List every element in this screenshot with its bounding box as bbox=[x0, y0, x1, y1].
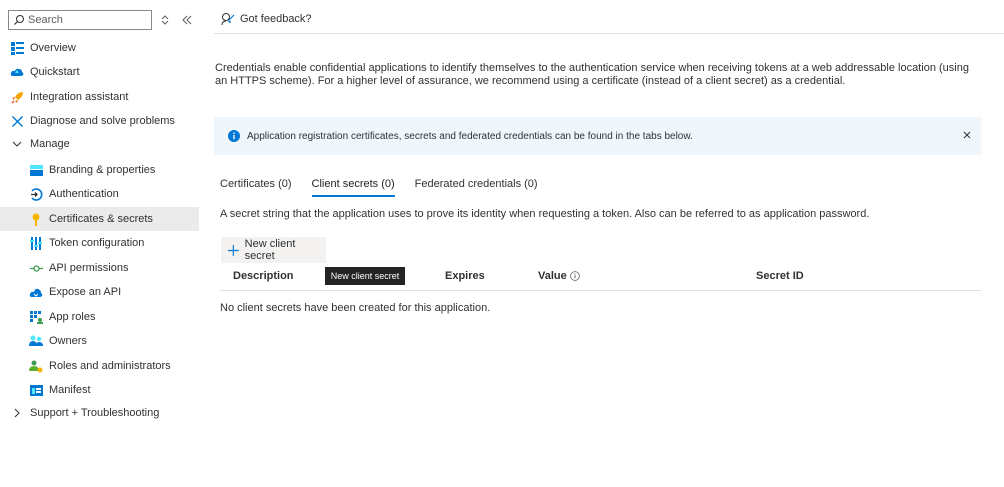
rocket-icon bbox=[10, 90, 24, 104]
sidebar-item-label: Manage bbox=[30, 138, 70, 150]
sidebar-group-manage[interactable]: Manage bbox=[0, 132, 199, 156]
search-input[interactable] bbox=[28, 14, 148, 26]
collapse-sidebar-icon[interactable] bbox=[181, 14, 193, 26]
column-header-description[interactable]: Description bbox=[233, 270, 294, 282]
table-divider bbox=[220, 290, 981, 291]
sidebar-item-label: Certificates & secrets bbox=[49, 213, 153, 225]
sidebar-item-roles-administrators[interactable]: Roles and administrators bbox=[0, 354, 199, 378]
credential-tabs: Certificates (0) Client secrets (0) Fede… bbox=[220, 178, 558, 197]
sidebar-item-branding[interactable]: Branding & properties bbox=[0, 158, 199, 182]
column-header-secret-id[interactable]: Secret ID bbox=[756, 270, 804, 282]
chevron-right-icon bbox=[10, 406, 24, 420]
close-icon[interactable] bbox=[962, 130, 972, 140]
sidebar-item-expose-api[interactable]: Expose an API bbox=[0, 280, 199, 304]
feedback-icon bbox=[221, 13, 235, 26]
info-circle-icon[interactable] bbox=[569, 271, 580, 281]
sidebar-item-diagnose[interactable]: Diagnose and solve problems bbox=[0, 109, 199, 133]
quickstart-icon bbox=[10, 65, 24, 79]
client-secret-description: A secret string that the application use… bbox=[220, 208, 870, 220]
header-divider bbox=[214, 33, 1004, 34]
sidebar-item-label: Quickstart bbox=[30, 66, 80, 78]
new-client-secret-button[interactable]: New client secret bbox=[221, 237, 326, 263]
sidebar-item-label: Token configuration bbox=[49, 237, 145, 249]
sidebar-item-label: Support + Troubleshooting bbox=[30, 407, 160, 419]
column-header-expires[interactable]: Expires bbox=[445, 270, 485, 282]
sidebar-item-label: App roles bbox=[49, 311, 96, 323]
sidebar-item-overview[interactable]: Overview bbox=[0, 36, 199, 60]
credentials-description: Credentials enable confidential applicat… bbox=[215, 62, 969, 87]
feedback-label: Got feedback? bbox=[240, 13, 312, 25]
app-roles-icon bbox=[29, 310, 43, 324]
sidebar-item-authentication[interactable]: Authentication bbox=[0, 182, 199, 206]
sort-icon[interactable] bbox=[159, 14, 171, 26]
search-box[interactable] bbox=[8, 10, 152, 30]
authentication-icon bbox=[29, 187, 43, 201]
sidebar-item-label: Manifest bbox=[49, 384, 91, 396]
info-banner: Application registration certificates, s… bbox=[214, 117, 981, 155]
sidebar-item-certificates-secrets[interactable]: Certificates & secrets bbox=[0, 207, 199, 231]
sidebar-item-label: Overview bbox=[30, 42, 76, 54]
feedback-button[interactable]: Got feedback? bbox=[221, 12, 312, 26]
sidebar-group-support[interactable]: Support + Troubleshooting bbox=[0, 401, 199, 425]
sidebar-item-label: Integration assistant bbox=[30, 91, 129, 103]
sidebar-item-owners[interactable]: Owners bbox=[0, 329, 199, 353]
search-row bbox=[8, 10, 152, 30]
cloud-icon bbox=[29, 285, 43, 299]
sidebar-item-integration-assistant[interactable]: Integration assistant bbox=[0, 85, 199, 109]
empty-state-message: No client secrets have been created for … bbox=[220, 302, 491, 314]
sidebar-item-app-roles[interactable]: App roles bbox=[0, 305, 199, 329]
main-content: Got feedback? Credentials enable confide… bbox=[214, 0, 1004, 487]
roles-icon bbox=[29, 359, 43, 373]
sidebar-item-label: Expose an API bbox=[49, 286, 122, 298]
info-message: Application registration certificates, s… bbox=[247, 130, 693, 142]
key-icon bbox=[29, 212, 43, 226]
sidebar-item-label: API permissions bbox=[49, 262, 129, 274]
info-icon bbox=[228, 130, 240, 142]
search-icon bbox=[14, 15, 24, 25]
branding-icon bbox=[29, 163, 43, 177]
tooltip: New client secret bbox=[325, 267, 405, 285]
sidebar-item-manifest[interactable]: Manifest bbox=[0, 378, 199, 402]
column-header-value[interactable]: Value bbox=[538, 270, 580, 282]
tab-client-secrets[interactable]: Client secrets (0) bbox=[311, 178, 395, 197]
manifest-icon bbox=[29, 383, 43, 397]
new-client-secret-label: New client secret bbox=[244, 238, 296, 262]
sidebar-item-label: Roles and administrators bbox=[49, 360, 171, 372]
sidebar-item-quickstart[interactable]: Quickstart bbox=[0, 60, 199, 84]
tab-certificates[interactable]: Certificates (0) bbox=[220, 178, 292, 197]
sidebar-item-label: Owners bbox=[49, 335, 87, 347]
sidebar-item-label: Diagnose and solve problems bbox=[30, 115, 175, 127]
overview-icon bbox=[10, 41, 24, 55]
plus-icon bbox=[228, 244, 239, 256]
sidebar-item-token-configuration[interactable]: Token configuration bbox=[0, 231, 199, 255]
chevron-down-icon bbox=[10, 137, 24, 151]
tab-federated-credentials[interactable]: Federated credentials (0) bbox=[415, 178, 538, 197]
api-permissions-icon bbox=[29, 261, 43, 275]
sidebar: Overview Quickstart Integration assistan… bbox=[0, 0, 199, 487]
wrench-icon bbox=[10, 114, 24, 128]
sidebar-item-api-permissions[interactable]: API permissions bbox=[0, 256, 199, 280]
sidebar-item-label: Authentication bbox=[49, 188, 119, 200]
sidebar-item-label: Branding & properties bbox=[49, 164, 156, 176]
token-icon bbox=[29, 236, 43, 250]
owners-icon bbox=[29, 334, 43, 348]
